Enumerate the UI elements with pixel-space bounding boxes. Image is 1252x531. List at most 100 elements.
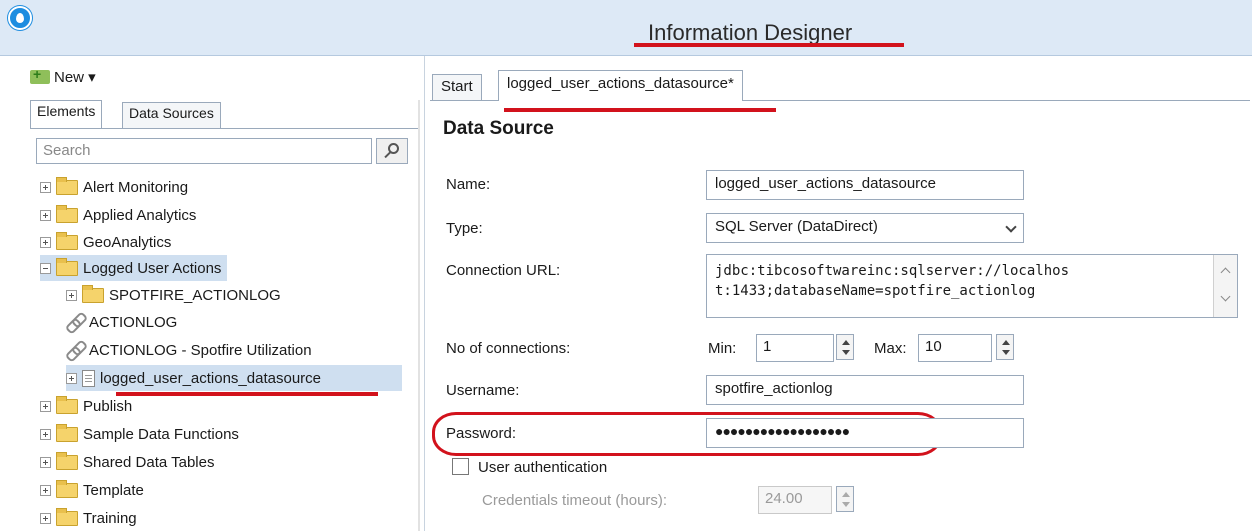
expand-icon[interactable]: [66, 289, 77, 301]
tree-item-label: SPOTFIRE_ACTIONLOG: [109, 286, 281, 304]
tabs-divider: [30, 128, 418, 129]
password-field[interactable]: ●●●●●●●●●●●●●●●●●●: [706, 418, 1024, 448]
tree-item-label: ACTIONLOG - Spotfire Utilization: [89, 341, 312, 359]
expand-icon[interactable]: [66, 372, 77, 384]
panel-splitter[interactable]: [418, 100, 420, 531]
tree-item-label: Template: [83, 481, 144, 499]
expand-icon[interactable]: [40, 209, 51, 221]
link-icon: [66, 313, 84, 331]
decrement-icon[interactable]: [842, 350, 850, 355]
tab-datasource[interactable]: logged_user_actions_datasource*: [498, 70, 743, 101]
folder-icon: [56, 451, 78, 470]
tree-item-spotfire-actionlog[interactable]: SPOTFIRE_ACTIONLOG: [66, 282, 281, 308]
tree-item-label: Publish: [83, 397, 133, 415]
tree-item-label: Shared Data Tables: [83, 453, 215, 471]
tree-item-label: logged_user_actions_datasource: [100, 369, 321, 387]
tree-item-actionlog-spotfire-utilization[interactable]: ACTIONLOG - Spotfire Utilization: [66, 337, 312, 363]
username-label: Username:: [446, 382, 520, 399]
connection-url-line-1: jdbc:tibcosoftwareinc:sqlserver://localh…: [715, 263, 1070, 279]
increment-icon[interactable]: [842, 340, 850, 345]
folder-icon: [56, 257, 78, 276]
tree-item-publish[interactable]: Publish: [40, 393, 132, 419]
search-button[interactable]: [376, 138, 408, 164]
link-icon: [66, 341, 84, 359]
min-label: Min:: [708, 340, 737, 357]
folder-icon: [82, 284, 104, 303]
increment-icon[interactable]: [1002, 340, 1010, 345]
type-label: Type:: [446, 220, 483, 237]
expand-icon[interactable]: [40, 484, 51, 496]
folder-icon: [56, 423, 78, 442]
type-select-value: SQL Server (DataDirect): [715, 218, 878, 235]
user-authentication-label: User authentication: [478, 459, 608, 476]
username-field[interactable]: spotfire_actionlog: [706, 375, 1024, 405]
expand-icon[interactable]: [40, 236, 51, 248]
folder-icon: [56, 479, 78, 498]
name-label: Name:: [446, 176, 491, 193]
new-button[interactable]: New ▾: [30, 66, 96, 88]
tree-item-training[interactable]: Training: [40, 505, 137, 531]
data-source-icon: [82, 369, 95, 387]
tree-item-logged-user-actions[interactable]: Logged User Actions: [40, 255, 228, 281]
tree-item-alert-monitoring[interactable]: Alert Monitoring: [40, 174, 188, 200]
min-connections-input[interactable]: 1: [756, 334, 834, 362]
tree-item-geoanalytics[interactable]: GeoAnalytics: [40, 229, 171, 255]
scroll-up-icon[interactable]: [1220, 267, 1231, 278]
expand-icon[interactable]: [40, 456, 51, 468]
section-title: Data Source: [443, 118, 554, 139]
expand-icon[interactable]: [40, 512, 51, 524]
max-connections-input[interactable]: 10: [918, 334, 992, 362]
tree-item-label: Sample Data Functions: [83, 425, 239, 443]
expand-icon[interactable]: [40, 400, 51, 412]
tree-item-label: ACTIONLOG: [89, 313, 178, 331]
name-field[interactable]: logged_user_actions_datasource: [706, 170, 1024, 200]
tab-data-sources[interactable]: Data Sources: [122, 102, 221, 128]
datasource-annotation-underline: [116, 392, 378, 396]
tree-item-label: Logged User Actions: [83, 259, 222, 277]
decrement-icon[interactable]: [842, 502, 850, 507]
spotfire-app-icon: [8, 6, 32, 30]
tab-annotation-underline: [504, 108, 776, 112]
tree-item-shared-data-tables[interactable]: Shared Data Tables: [40, 449, 214, 475]
collapse-icon[interactable]: [40, 262, 51, 274]
max-label: Max:: [874, 340, 907, 357]
tree-item-template[interactable]: Template: [40, 477, 144, 503]
max-stepper[interactable]: [996, 334, 1014, 360]
tree-item-applied-analytics[interactable]: Applied Analytics: [40, 202, 196, 228]
scroll-down-icon[interactable]: [1220, 291, 1231, 302]
expand-icon[interactable]: [40, 428, 51, 440]
connection-url-line-2: t:1433;databaseName=spotfire_actionlog: [715, 283, 1036, 299]
tree-item-label: GeoAnalytics: [83, 233, 172, 251]
expand-icon[interactable]: [40, 181, 51, 193]
tree-item-sample-data-functions[interactable]: Sample Data Functions: [40, 421, 239, 447]
tree-item-label: Alert Monitoring: [83, 178, 189, 196]
type-select[interactable]: SQL Server (DataDirect): [706, 213, 1024, 243]
tree-item-logged-user-actions-datasource[interactable]: logged_user_actions_datasource: [66, 365, 402, 391]
tree-item-actionlog[interactable]: ACTIONLOG: [66, 309, 177, 335]
tree-item-label: Training: [83, 509, 137, 527]
tree-item-label: Applied Analytics: [83, 206, 197, 224]
chevron-down-icon: [1005, 221, 1017, 233]
min-stepper[interactable]: [836, 334, 854, 360]
folder-icon: [56, 395, 78, 414]
decrement-icon[interactable]: [1002, 350, 1010, 355]
title-bar: Information Designer: [0, 0, 1252, 56]
password-label: Password:: [446, 425, 517, 442]
increment-icon[interactable]: [842, 492, 850, 497]
folder-icon: [56, 204, 78, 223]
user-authentication-checkbox[interactable]: [452, 458, 469, 475]
title-annotation-underline: [634, 43, 904, 47]
add-icon: [30, 66, 50, 84]
connection-url-label: Connection URL:: [446, 262, 561, 279]
folder-icon: [56, 176, 78, 195]
tab-elements[interactable]: Elements: [30, 100, 103, 128]
connections-label: No of connections:: [446, 340, 571, 357]
tab-start[interactable]: Start: [432, 74, 482, 100]
url-scrollbar[interactable]: [1213, 255, 1237, 317]
connection-url-field[interactable]: jdbc:tibcosoftwareinc:sqlserver://localh…: [706, 254, 1238, 318]
timeout-stepper[interactable]: [836, 486, 854, 512]
credentials-timeout-label: Credentials timeout (hours):: [482, 492, 668, 509]
folder-icon: [56, 507, 78, 526]
search-input[interactable]: Search: [36, 138, 372, 164]
credentials-timeout-input[interactable]: 24.00: [758, 486, 832, 514]
